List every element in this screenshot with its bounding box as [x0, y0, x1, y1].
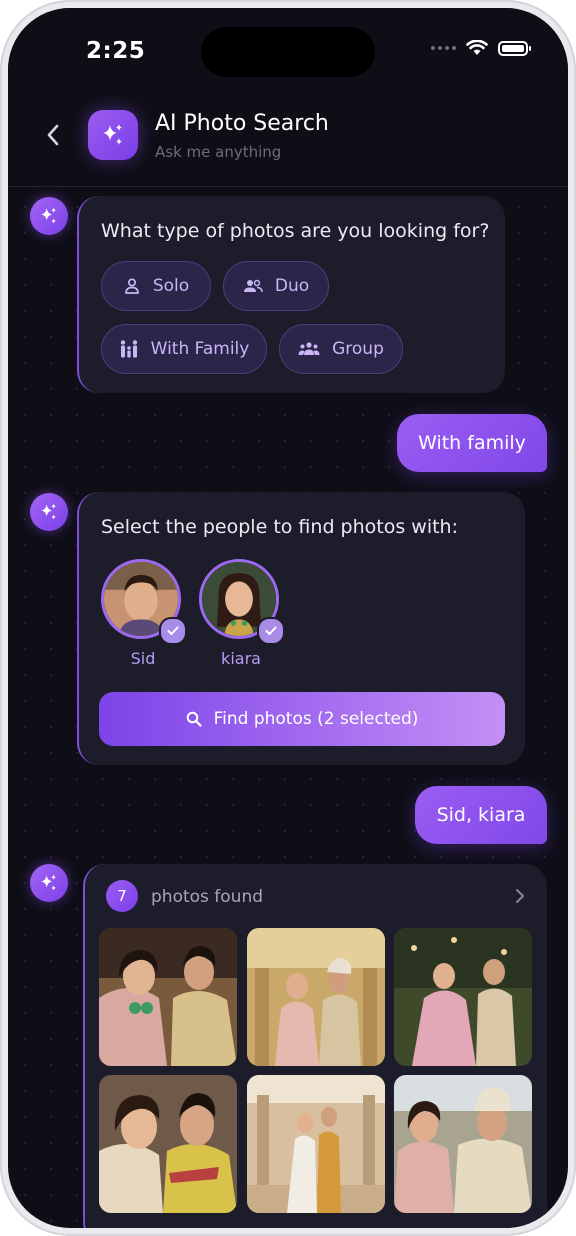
photo-image: [247, 928, 385, 1066]
chevron-left-icon: [47, 124, 59, 146]
chat-header: AI Photo Search Ask me anything: [8, 100, 568, 187]
person-name: kiara: [221, 649, 261, 668]
photo-thumbnail[interactable]: [394, 1075, 532, 1213]
photo-thumbnail[interactable]: [247, 928, 385, 1066]
photo-image: [99, 1075, 237, 1213]
person-icon: [124, 278, 139, 294]
option-label: Group: [332, 339, 384, 359]
battery-icon: [498, 40, 531, 56]
photo-thumbnail[interactable]: [99, 1075, 237, 1213]
screen: 2:25 AI Photo Search Ask me anything Wha…: [8, 8, 568, 1228]
photo-image: [99, 928, 237, 1066]
app-icon: [88, 110, 138, 160]
dynamic-island: [201, 27, 375, 77]
photo-thumbnail[interactable]: [247, 1075, 385, 1213]
user-message: Sid, kiara: [415, 786, 547, 844]
family-icon: [120, 340, 137, 358]
find-photos-label: Find photos (2 selected): [213, 709, 419, 729]
question-text: Select the people to find photos with:: [101, 516, 458, 538]
person-name: Sid: [130, 649, 156, 668]
two-people-icon: [243, 279, 263, 293]
phone-frame: 2:25 AI Photo Search Ask me anything Wha…: [0, 0, 576, 1236]
option-label: Solo: [152, 276, 190, 296]
sparkles-icon: [41, 207, 56, 224]
selected-check-icon: [159, 617, 187, 645]
results-count-badge: 7: [106, 880, 138, 912]
page-title: AI Photo Search: [155, 111, 329, 136]
photo-thumbnail[interactable]: [99, 928, 237, 1066]
assistant-avatar: [30, 864, 68, 902]
person-sid[interactable]: Sid: [101, 559, 187, 668]
search-icon: [186, 711, 202, 727]
selected-check-icon: [257, 617, 285, 645]
group-icon: [298, 342, 320, 355]
person-kiara[interactable]: kiara: [199, 559, 285, 668]
photo-image: [394, 928, 532, 1066]
option-duo-button[interactable]: Duo: [223, 261, 329, 311]
sparkles-icon: [41, 503, 56, 520]
sparkles-icon: [41, 874, 56, 891]
photo-image: [247, 1075, 385, 1213]
photo-thumbnail[interactable]: [394, 928, 532, 1066]
assistant-message-photo-type: What type of photos are you looking for?…: [77, 196, 505, 393]
assistant-avatar: [30, 197, 68, 235]
results-label: photos found: [151, 887, 264, 907]
option-group-button[interactable]: Group: [279, 324, 403, 374]
photo-image: [394, 1075, 532, 1213]
wifi-icon: [466, 40, 488, 55]
option-solo-button[interactable]: Solo: [101, 261, 211, 311]
question-text: What type of photos are you looking for?: [101, 220, 490, 242]
find-photos-button[interactable]: Find photos (2 selected): [99, 692, 505, 746]
option-label: Duo: [274, 276, 310, 296]
status-bar: 2:25: [8, 8, 568, 100]
option-label: With Family: [150, 339, 250, 359]
user-message: With family: [397, 414, 547, 472]
page-subtitle: Ask me anything: [155, 143, 282, 161]
assistant-avatar: [30, 493, 68, 531]
status-icons: [431, 40, 531, 56]
chevron-right-icon[interactable]: [515, 888, 525, 904]
option-with-family-button[interactable]: With Family: [101, 324, 267, 374]
cellular-icon: [431, 46, 456, 50]
status-time: 2:25: [86, 38, 146, 64]
back-button[interactable]: [38, 120, 68, 150]
sparkles-icon: [103, 124, 122, 145]
